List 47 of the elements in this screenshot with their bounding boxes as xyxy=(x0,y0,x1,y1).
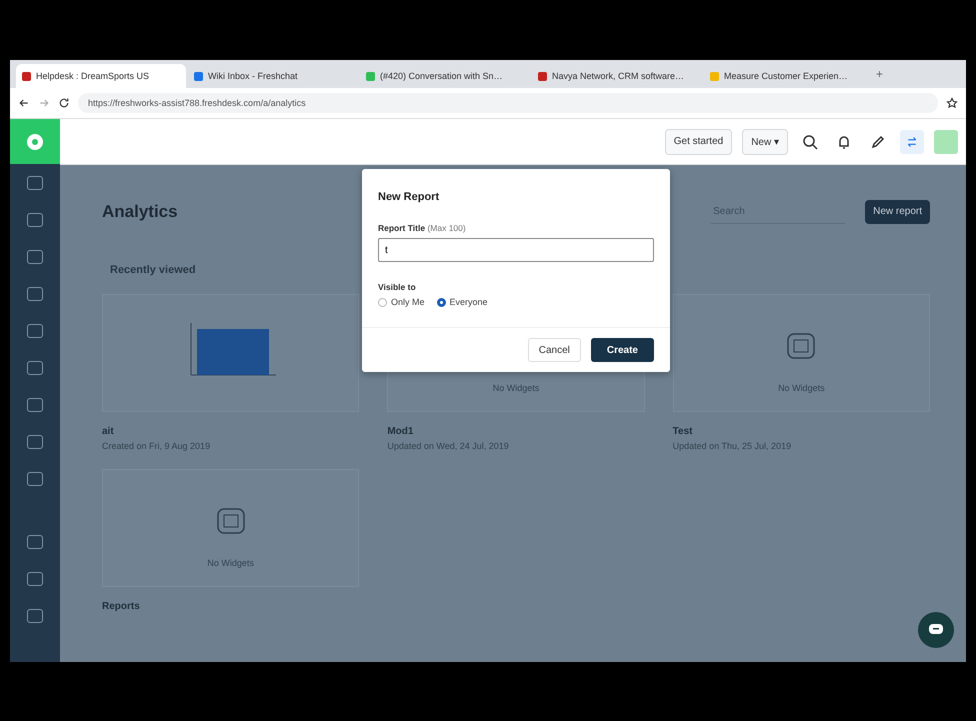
nav-icon[interactable] xyxy=(27,398,43,412)
report-icon xyxy=(787,333,816,359)
pencil-glyph-icon xyxy=(870,134,886,150)
report-icon xyxy=(216,508,245,534)
browser-tab[interactable]: Helpdesk : DreamSports US xyxy=(16,64,186,88)
nav-icon[interactable] xyxy=(27,535,43,549)
nav-icon[interactable] xyxy=(27,250,43,264)
page-title: Analytics xyxy=(102,202,178,222)
report-date: Updated on Wed, 24 Jul, 2019 xyxy=(387,441,510,451)
nav-icon[interactable] xyxy=(27,609,43,623)
new-button[interactable]: New ▾ xyxy=(742,128,788,154)
forward-icon xyxy=(38,97,50,109)
nav-icon[interactable] xyxy=(27,572,43,586)
nav-icon[interactable] xyxy=(27,472,43,486)
nav-icon[interactable] xyxy=(27,361,43,375)
section-title: Recently viewed xyxy=(110,264,197,276)
nav-icon[interactable] xyxy=(27,324,43,338)
field-label: Report Title (Max 100) xyxy=(378,223,467,233)
chat-icon xyxy=(928,623,944,637)
address-bar[interactable]: https://freshworks-assist788.freshdesk.com/a/analytics xyxy=(78,93,938,113)
empty-text: No Widgets xyxy=(492,383,540,393)
report-title-field[interactable]: t xyxy=(378,238,654,262)
empty-text: No Widgets xyxy=(778,383,825,393)
nav-icon[interactable] xyxy=(27,287,43,301)
dialog-title: New Report xyxy=(378,191,440,203)
create-button[interactable]: Create xyxy=(590,338,654,362)
switch-icon[interactable] xyxy=(900,130,924,154)
empty-text: No Widgets xyxy=(207,558,254,568)
reload-icon xyxy=(58,97,70,109)
get-started-button[interactable]: Get started xyxy=(664,128,732,154)
star-icon xyxy=(946,97,958,109)
report-date: Created on Fri, 9 Aug 2019 xyxy=(102,441,212,451)
visibility-label: Visible to xyxy=(378,282,417,292)
visibility-option[interactable]: Everyone xyxy=(436,297,488,307)
new-report-button[interactable]: New report xyxy=(865,200,930,224)
nav-icon[interactable] xyxy=(27,176,43,190)
report-card[interactable] xyxy=(102,294,360,412)
cancel-button[interactable]: Cancel xyxy=(528,338,581,362)
report-date: Updated on Thu, 25 Jul, 2019 xyxy=(672,441,792,451)
logo-icon[interactable] xyxy=(26,132,44,150)
search-glyph-icon xyxy=(802,134,818,150)
visibility-option[interactable]: Only Me xyxy=(378,297,425,307)
arrows-glyph-icon xyxy=(906,136,918,148)
back-icon xyxy=(18,97,30,109)
nav-icon[interactable] xyxy=(27,435,43,449)
nav-icon[interactable] xyxy=(27,213,43,227)
new-tab-button[interactable]: + xyxy=(876,67,884,81)
